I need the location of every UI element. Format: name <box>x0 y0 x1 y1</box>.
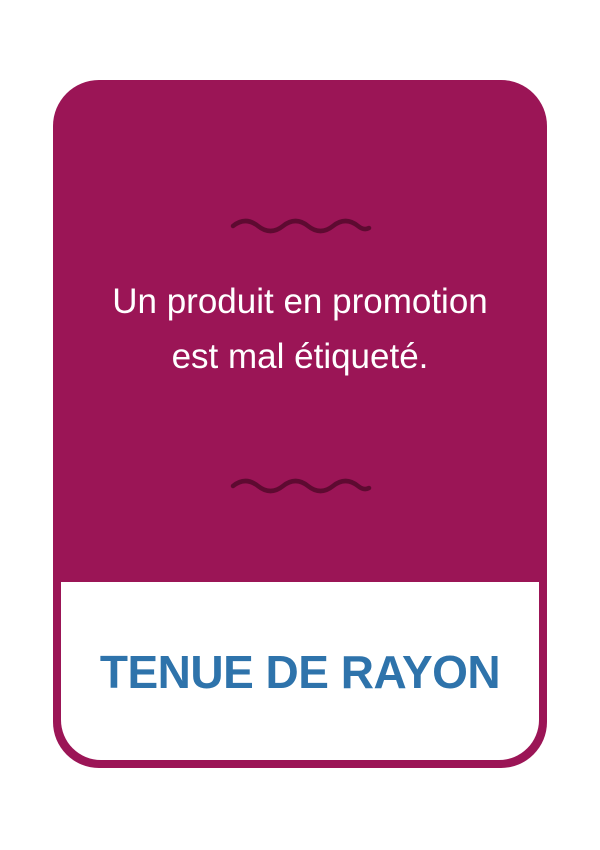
category-panel: TENUE DE RAYON <box>61 582 539 760</box>
card-text: Un produit en promotion est mal étiqueté… <box>112 282 488 376</box>
card: Un produit en promotion est mal étiqueté… <box>53 80 547 768</box>
card-front-panel: Un produit en promotion est mal étiqueté… <box>53 80 547 580</box>
wavy-line-icon <box>230 218 372 234</box>
category-label: TENUE DE RAYON <box>99 646 501 698</box>
wavy-line-icon <box>230 478 372 494</box>
